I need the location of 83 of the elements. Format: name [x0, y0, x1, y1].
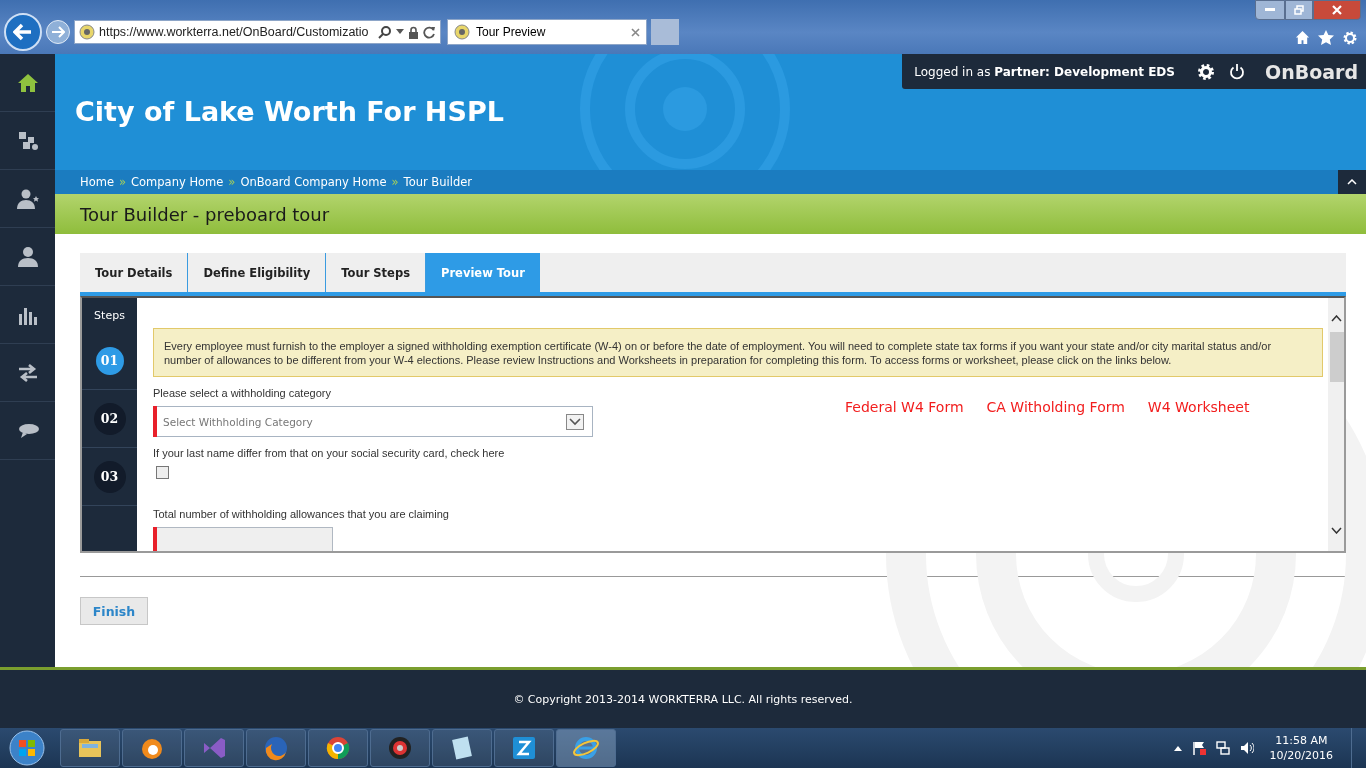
z-tile-icon: [510, 734, 538, 762]
taskbar-app[interactable]: [246, 729, 306, 767]
address-bar[interactable]: https://www.workterra.net/OnBoard/Customizatio: [74, 20, 441, 44]
tab[interactable]: Preview Tour: [426, 253, 540, 292]
page-title: Tour Builder - preboard tour: [80, 203, 330, 225]
lock-icon: [408, 25, 419, 39]
steps-heading: Steps: [93, 307, 126, 324]
clock-time: 11:58 AM: [1275, 733, 1328, 748]
checkbox[interactable]: [156, 466, 169, 479]
step-number[interactable]: 01: [95, 346, 124, 375]
breadcrumb-separator: »: [228, 175, 236, 189]
user-icon: [16, 245, 39, 268]
breadcrumb-link[interactable]: OnBoard Company Home: [240, 175, 387, 189]
copyright-text: © Copyright 2013-2014 WORKTERRA LLC. All rights reserved.: [513, 692, 853, 706]
collapse-button[interactable]: [1338, 170, 1366, 194]
info-notice: Every employee must furnish to the employer a signed withholding exemption certificate (W-4) on or before the date of employment. You will need to complete state tax forms if you want your state and/or city marital status and/or number of allowances to be different from your W-4 elections. Please review Instructions and Worksheets in preparation for completing this form. To access forms or worksheet, please click on the links below.: [153, 328, 1323, 377]
chevron-up-icon: [1347, 179, 1357, 185]
scrollbar-thumb[interactable]: [1330, 332, 1344, 382]
refresh-icon[interactable]: [423, 25, 436, 39]
taskbar-app[interactable]: [122, 729, 182, 767]
home-icon: [16, 71, 39, 94]
settings-icon[interactable]: [1197, 62, 1215, 81]
field-label: Total number of withholding allowances that you are claiming: [153, 508, 450, 520]
speaker-icon[interactable]: [1239, 741, 1254, 755]
clock-date: 10/20/2016: [1269, 748, 1333, 763]
arrows-icon: [16, 361, 39, 384]
form-link[interactable]: W4 Worksheet: [1147, 399, 1250, 551]
dropdown-caret-icon[interactable]: [396, 29, 404, 35]
browser-e-icon: [572, 734, 600, 762]
power-icon[interactable]: [1229, 63, 1245, 80]
flag-icon[interactable]: [1191, 741, 1206, 755]
close-window-button[interactable]: [1313, 0, 1361, 20]
back-arrow-icon: [13, 23, 33, 41]
forward-arrow-icon: [51, 26, 65, 38]
chevron-up-icon[interactable]: [1173, 745, 1182, 751]
login-status: Logged in as Partner: Development EDS: [914, 64, 1175, 79]
tab[interactable]: Define Eligibility: [188, 253, 327, 292]
windows-logo-icon: [9, 730, 45, 766]
scrollbar[interactable]: [1328, 298, 1344, 551]
star-icon[interactable]: [1318, 30, 1334, 45]
field-label: Please select a withholding category: [153, 387, 332, 399]
breadcrumb-link[interactable]: Tour Builder: [403, 175, 472, 189]
form-link[interactable]: CA Witholding Form: [986, 399, 1125, 551]
chevron-down-icon: [566, 413, 584, 430]
chevron-up-icon[interactable]: [1331, 315, 1342, 322]
circle-logo-icon: [324, 734, 352, 762]
site-icon: [79, 24, 95, 40]
breadcrumb-separator: »: [118, 175, 126, 189]
field-label: If your last name differ from that on your social security card, check here: [153, 447, 506, 459]
taskbar-clock[interactable]: 11:58 AM 10/20/2016: [1269, 733, 1333, 763]
step-number[interactable]: 03: [93, 460, 126, 493]
taskbar-app[interactable]: [432, 729, 492, 767]
browser-tab[interactable]: Tour Preview: [447, 19, 647, 45]
close-icon: [1332, 5, 1342, 15]
input-field[interactable]: [153, 527, 333, 551]
taskbar-app[interactable]: [60, 729, 120, 767]
taskbar-app[interactable]: [494, 729, 554, 767]
restore-icon: [1294, 5, 1304, 15]
minimize-icon: [1265, 8, 1275, 12]
back-button[interactable]: [4, 13, 42, 51]
form-link[interactable]: Federal W4 Form: [845, 399, 964, 551]
puzzle-icon: [16, 129, 39, 152]
breadcrumb-separator: »: [391, 175, 399, 189]
site-icon: [454, 24, 470, 40]
app-brand: OnBoard: [1265, 60, 1358, 83]
tab[interactable]: Tour Details: [80, 253, 189, 292]
step-number[interactable]: 02: [93, 402, 126, 435]
forward-button[interactable]: [46, 20, 70, 44]
restore-button[interactable]: [1285, 0, 1313, 20]
disc-icon: [386, 734, 414, 762]
home-icon[interactable]: [1295, 30, 1310, 45]
breadcrumb-link[interactable]: Company Home: [131, 175, 224, 189]
withholding-category-dropdown[interactable]: Select Withholding Category: [153, 406, 593, 437]
breadcrumb-link[interactable]: Home: [80, 175, 114, 189]
chevron-down-icon[interactable]: [1331, 527, 1342, 534]
network-icon[interactable]: [1215, 741, 1230, 755]
taskbar-app[interactable]: [308, 729, 368, 767]
user-star-icon: [16, 187, 39, 210]
search-icon[interactable]: [378, 25, 392, 39]
close-icon[interactable]: [631, 27, 640, 37]
finish-button[interactable]: Finish: [80, 597, 148, 625]
minimize-button[interactable]: [1255, 0, 1285, 20]
company-title: City of Lake Worth For HSPL: [75, 95, 504, 127]
